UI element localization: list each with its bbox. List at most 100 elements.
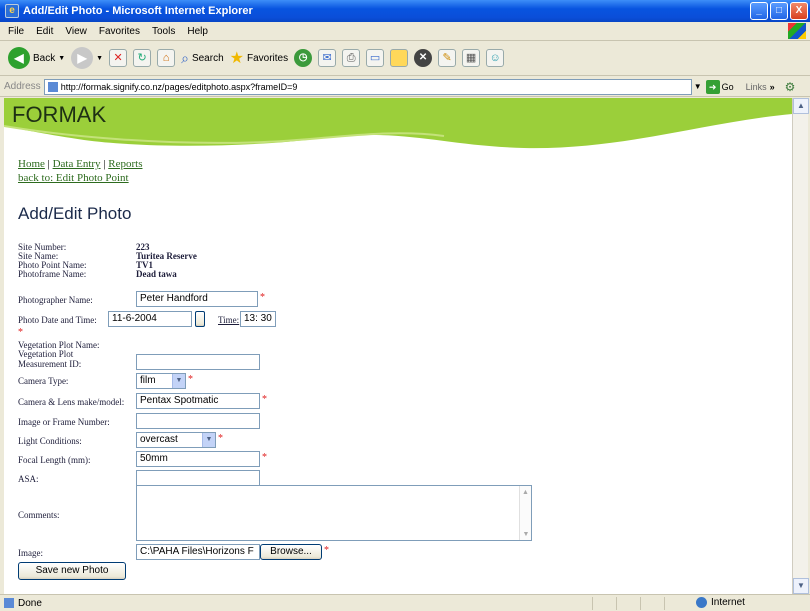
edit-icon[interactable]: ▭ [366, 49, 385, 67]
chevron-right-icon[interactable]: » [770, 82, 775, 92]
comments-label: Comments: [18, 510, 60, 520]
history-icon[interactable]: ◷ [294, 49, 313, 67]
menu-favorites[interactable]: Favorites [99, 26, 140, 37]
calendar-button[interactable] [195, 311, 205, 327]
asa-input[interactable] [136, 470, 260, 486]
photographer-input[interactable]: Peter Handford [136, 291, 258, 307]
address-dropdown-icon[interactable]: ▼ [694, 82, 702, 91]
zone-label: Internet [711, 597, 745, 609]
status-divider [640, 597, 641, 610]
menu-tools[interactable]: Tools [152, 26, 175, 37]
maximize-button[interactable]: □ [770, 2, 788, 20]
favorites-button[interactable]: ★ Favorites [230, 48, 288, 68]
light-conditions-select[interactable]: overcast ▼ [136, 432, 216, 448]
scroll-down-icon: ▼ [522, 530, 530, 538]
mail-icon[interactable]: ✉ [318, 49, 337, 67]
browse-button[interactable]: Browse... [260, 544, 322, 560]
star-icon: ★ [229, 50, 244, 67]
back-arrow-icon: ◀ [8, 47, 30, 69]
window-title: Add/Edit Photo - Microsoft Internet Expl… [23, 5, 253, 17]
windows-logo-icon [788, 23, 806, 39]
search-button[interactable]: ⌕ Search [181, 50, 224, 67]
scroll-up-icon: ▲ [522, 488, 529, 496]
required-marker: * [188, 374, 193, 385]
toolbar: ◀ Back ▼ ▶ ▼ ✕ ↻ ⌂ ⌕ Search ★ Favorites ◷ … [0, 41, 810, 76]
frame-number-input[interactable] [136, 413, 260, 429]
close-button[interactable]: X [790, 2, 808, 20]
nav-home-link[interactable]: Home [18, 158, 45, 170]
menu-bar: File Edit View Favorites Tools Help [0, 22, 810, 41]
site-logo: FORMAK [12, 102, 107, 127]
block-icon[interactable]: ✕ [414, 49, 433, 67]
photo-date-label: Photo Date and Time: [18, 315, 97, 325]
frame-number-label: Image or Frame Number: [18, 417, 110, 427]
photographer-label: Photographer Name: [18, 295, 93, 305]
zone-indicator: Internet [696, 597, 745, 608]
photo-date-input[interactable]: 11-6-2004 [108, 311, 192, 327]
asa-label: ASA: [18, 474, 39, 484]
scroll-up-icon[interactable]: ▲ [793, 98, 809, 114]
nav-reports-link[interactable]: Reports [108, 158, 142, 170]
links-button[interactable]: Links [746, 82, 767, 92]
home-icon[interactable]: ⌂ [157, 49, 176, 67]
required-marker: * [218, 433, 223, 444]
back-to-photo-point-link[interactable]: back to: Edit Photo Point [18, 172, 129, 184]
address-label: Address [4, 81, 41, 92]
time-label: Time: [218, 315, 240, 325]
required-marker: * [262, 452, 267, 463]
page-content: FORMAK Home | Data Entry | Reports back … [4, 98, 792, 594]
camera-type-select[interactable]: film ▼ [136, 373, 186, 389]
photoframe-label: Photoframe Name: [18, 269, 87, 279]
comments-scrollbar[interactable]: ▲ ▼ [519, 486, 531, 540]
light-conditions-label: Light Conditions: [18, 436, 82, 446]
status-divider [664, 597, 665, 610]
nav-separator: | [103, 158, 106, 170]
go-button[interactable]: ➜ Go [705, 79, 734, 94]
address-input[interactable]: http://formak.signify.co.nz/pages/editph… [43, 78, 692, 95]
site-banner: FORMAK [4, 98, 792, 149]
menu-view[interactable]: View [65, 26, 87, 37]
photoframe-value: Dead tawa [136, 269, 177, 279]
nav-data-entry-link[interactable]: Data Entry [53, 158, 101, 170]
chevron-down-icon: ▼ [202, 433, 215, 447]
stop-icon[interactable]: ✕ [109, 49, 128, 67]
refresh-icon[interactable]: ↻ [133, 49, 152, 67]
forward-button[interactable]: ▶ ▼ [71, 47, 103, 69]
lens-input[interactable]: Pentax Spotmatic [136, 393, 260, 409]
image-label: Image: [18, 548, 43, 558]
menu-help[interactable]: Help [187, 26, 208, 37]
menu-edit[interactable]: Edit [36, 26, 53, 37]
time-input[interactable]: 13: 30 [240, 311, 276, 327]
page-title: Add/Edit Photo [18, 204, 132, 223]
save-new-photo-button[interactable]: Save new Photo [18, 562, 126, 580]
page-scrollbar[interactable]: ▲ ▼ [792, 98, 809, 594]
back-label: Back [33, 52, 56, 64]
required-marker: * [262, 394, 267, 405]
site-nav: Home | Data Entry | Reports [18, 158, 142, 170]
minimize-button[interactable]: _ [750, 2, 768, 20]
extension-icon[interactable]: ⚙ [785, 80, 796, 94]
search-icon: ⌕ [181, 49, 189, 66]
research-icon[interactable]: ✎ [438, 49, 457, 67]
print-icon[interactable]: ⎙ [342, 49, 361, 67]
status-bar: Done Internet [0, 594, 810, 611]
banner-wave [4, 98, 792, 149]
menu-file[interactable]: File [8, 26, 24, 37]
image-path-input[interactable]: C:\PAHA Files\Horizons F [136, 544, 260, 560]
comments-textarea[interactable]: ▲ ▼ [136, 485, 532, 541]
back-button[interactable]: ◀ Back ▼ [8, 47, 65, 69]
veg-measure-label: Vegetation Plot [18, 349, 74, 359]
search-label: Search [191, 52, 224, 64]
required-marker: * [18, 327, 23, 338]
veg-measure-label-2: Measurement ID: [18, 359, 82, 369]
camera-type-value: film [140, 375, 156, 386]
page-done-icon [4, 598, 14, 608]
focal-length-input[interactable]: 50mm [136, 451, 260, 467]
folder-icon[interactable] [390, 49, 409, 67]
scroll-down-icon[interactable]: ▼ [793, 578, 809, 594]
tools-icon[interactable]: ▦ [462, 49, 481, 67]
camera-type-label: Camera Type: [18, 376, 69, 386]
veg-measure-input[interactable] [136, 354, 260, 370]
messenger-icon[interactable]: ☺ [486, 49, 505, 67]
address-url: http://formak.signify.co.nz/pages/editph… [60, 81, 298, 92]
